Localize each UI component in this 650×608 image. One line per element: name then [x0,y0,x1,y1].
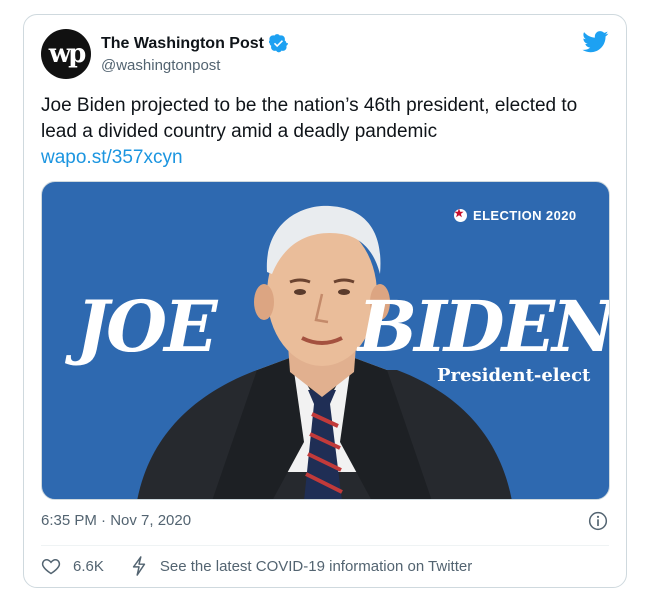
tweet-actions: 6.6K See the latest COVID-19 information… [41,556,472,576]
divider [41,545,609,546]
avatar[interactable]: wp [41,29,91,79]
heart-icon[interactable] [41,556,61,576]
media-last-name: BIDEN [358,285,610,368]
like-count[interactable]: 6.6K [73,558,104,575]
account-name-row[interactable]: The Washington Post [101,34,288,53]
covid-info-link[interactable]: See the latest COVID-19 information on T… [160,558,472,575]
election-badge-label: ELECTION 2020 [473,208,577,223]
lightning-bolt-icon [132,556,146,576]
tweet-text: Joe Biden projected to be the nation’s 4… [41,95,578,142]
account-handle[interactable]: @washingtonpost [101,57,220,74]
tweet-text-block: Joe Biden projected to be the nation’s 4… [41,93,611,171]
twitter-bird-icon[interactable] [582,31,609,53]
star-icon [454,208,467,222]
tweet-card[interactable]: wp The Washington Post @washingtonpost J… [23,14,627,588]
account-name[interactable]: The Washington Post [101,35,264,53]
info-icon[interactable] [588,511,608,531]
media-first-name: JOE [76,285,217,368]
tweet-media-image[interactable]: ELECTION 2020 JOE BIDEN President-elect [41,181,610,500]
tweet-timestamp[interactable]: 6:35 PM · Nov 7, 2020 [41,512,191,529]
media-subtitle: President-elect [437,365,591,386]
verified-badge-icon [268,34,288,53]
tweet-link[interactable]: wapo.st/357xcyn [41,145,611,171]
election-badge: ELECTION 2020 [454,208,576,223]
